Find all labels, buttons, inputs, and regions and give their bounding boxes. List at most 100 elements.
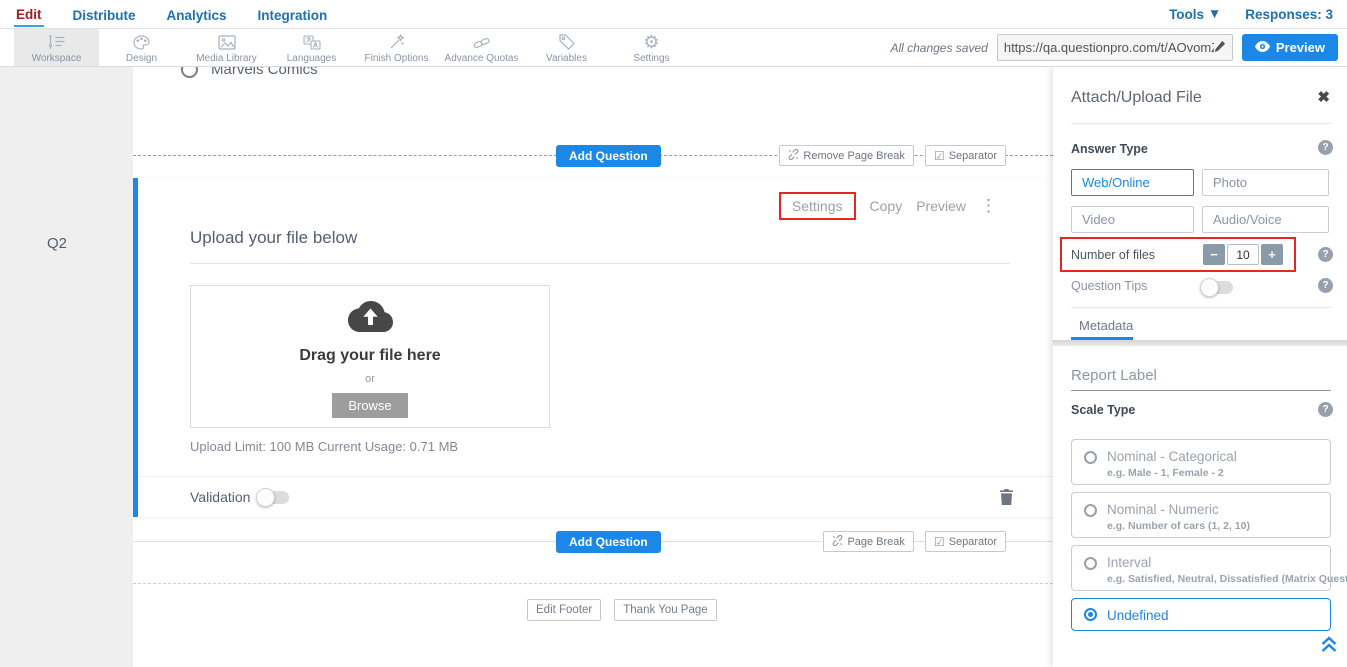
footer-dashed-line: [133, 583, 1053, 584]
validation-label: Validation: [190, 489, 250, 505]
top-nav: Edit Distribute Analytics Integration To…: [0, 0, 1347, 29]
toolbar-item-label: Finish Options: [365, 53, 429, 64]
eye-icon: [1255, 40, 1270, 55]
question-tips-toggle[interactable]: [1203, 281, 1233, 294]
page-break-button[interactable]: Page Break: [823, 531, 913, 552]
toolbar-item-design[interactable]: Design: [99, 29, 184, 66]
separator-button-top[interactable]: ☑ Separator: [925, 145, 1006, 166]
scale-option-example: e.g. Male - 1, Female - 2: [1107, 467, 1224, 479]
number-of-files-input[interactable]: [1227, 244, 1259, 265]
answer-option-label: Marvels Comics: [211, 67, 318, 78]
toolbar-item-finish-options[interactable]: Finish Options: [354, 29, 439, 66]
answer-type-video[interactable]: Video: [1071, 206, 1194, 233]
edit-footer-button[interactable]: Edit Footer: [527, 599, 601, 621]
answer-type-web-online[interactable]: Web/Online: [1071, 169, 1194, 196]
toolbar-item-variables[interactable]: Variables: [524, 29, 609, 66]
report-label-input[interactable]: [1071, 365, 1331, 391]
checkbox-checked-icon: ☑: [934, 149, 945, 163]
file-dropzone[interactable]: Drag your file here or Browse: [190, 285, 550, 428]
delete-question-trash-icon[interactable]: [1000, 489, 1013, 510]
question-tips-label: Question Tips: [1071, 279, 1147, 293]
browse-button[interactable]: Browse: [332, 393, 407, 418]
toolbar-item-label: Advance Quotas: [445, 53, 519, 64]
edit-url-pencil-icon[interactable]: [1214, 39, 1226, 57]
scale-type-nominal-categorical[interactable]: Nominal - Categorical e.g. Male - 1, Fem…: [1071, 439, 1331, 485]
separator-button-bottom[interactable]: ☑ Separator: [925, 531, 1006, 552]
question-footer: Validation: [138, 476, 1053, 517]
toggle-knob: [1200, 278, 1219, 297]
toolbar-item-advance-quotas[interactable]: Advance Quotas: [439, 29, 524, 66]
add-question-button-bottom[interactable]: Add Question: [556, 531, 661, 553]
save-status: All changes saved: [890, 41, 987, 55]
drag-file-label: Drag your file here: [299, 347, 440, 365]
number-of-files-label: Number of files: [1071, 248, 1155, 262]
toolbar-item-workspace[interactable]: Workspace: [14, 29, 99, 66]
answer-type-help-icon[interactable]: ?: [1318, 140, 1333, 155]
finish-options-icon: [389, 34, 405, 51]
close-icon[interactable]: ✖: [1317, 88, 1330, 106]
panel-title: Attach/Upload File: [1071, 89, 1202, 107]
tab-metadata[interactable]: Metadata: [1079, 318, 1133, 333]
toolbar-item-label: Design: [126, 53, 157, 64]
or-label: or: [365, 373, 375, 385]
toolbar-item-settings[interactable]: ⚙ Settings: [609, 29, 694, 66]
scale-type-undefined[interactable]: Undefined: [1071, 598, 1331, 631]
increment-button[interactable]: +: [1261, 244, 1283, 265]
radio-icon: [1084, 557, 1097, 570]
radio-icon[interactable]: [181, 67, 198, 78]
question-tips-help-icon[interactable]: ?: [1318, 278, 1333, 293]
languages-icon: [303, 34, 321, 51]
survey-url-input[interactable]: [1004, 40, 1214, 55]
scale-option-example: e.g. Number of cars (1, 2, 10): [1107, 520, 1250, 532]
answer-type-label: Answer Type: [1071, 142, 1148, 156]
tab-divider-bar: [1053, 340, 1347, 346]
toolbar-item-label: Languages: [287, 53, 337, 64]
kebab-menu-icon[interactable]: ⋮: [980, 199, 997, 213]
scale-option-label: Undefined: [1107, 608, 1169, 623]
responses-link[interactable]: Responses: 3: [1245, 7, 1333, 22]
add-question-button-top[interactable]: Add Question: [556, 145, 661, 167]
scale-option-label: Interval: [1107, 555, 1151, 570]
number-of-files-help-icon[interactable]: ?: [1318, 247, 1333, 262]
answer-type-audio-voice[interactable]: Audio/Voice: [1202, 206, 1329, 233]
radio-icon: [1084, 504, 1097, 517]
settings-gear-icon: ⚙: [643, 34, 659, 51]
question-copy-button[interactable]: Copy: [870, 198, 903, 214]
tools-menu[interactable]: Tools ▼: [1169, 6, 1221, 22]
workspace-icon: [47, 34, 66, 51]
decrement-button[interactable]: −: [1203, 244, 1225, 265]
validation-toggle[interactable]: [259, 491, 289, 504]
page-break-row-bottom: Add Question Page Break ☑ Separator: [133, 531, 1053, 553]
toolbar-item-media-library[interactable]: Media Library: [184, 29, 269, 66]
collapse-double-chevron-up-icon[interactable]: [1319, 634, 1339, 659]
advance-quotas-icon: [473, 34, 490, 51]
toggle-knob: [256, 488, 275, 507]
toolbar-item-label: Variables: [546, 53, 587, 64]
toolbar-item-languages[interactable]: Languages: [269, 29, 354, 66]
survey-url-field[interactable]: [997, 34, 1233, 61]
remove-page-break-button[interactable]: Remove Page Break: [779, 145, 914, 166]
preview-button[interactable]: Preview: [1242, 34, 1338, 61]
scale-type-interval[interactable]: Interval e.g. Satisfied, Neutral, Dissat…: [1071, 545, 1331, 591]
divider: [1071, 123, 1331, 124]
question-title[interactable]: Upload your file below: [190, 228, 1010, 264]
scale-option-example: e.g. Satisfied, Neutral, Dissatisfied (M…: [1107, 573, 1347, 585]
question-block: Settings Copy Preview ⋮ Upload your file…: [133, 178, 1053, 517]
design-icon: [133, 34, 150, 51]
question-settings-button[interactable]: Settings: [779, 192, 856, 220]
scale-type-help-icon[interactable]: ?: [1318, 402, 1333, 417]
radio-selected-icon: [1084, 608, 1097, 621]
editor-toolbar: Workspace Design Media Library Languages…: [0, 29, 1347, 67]
nav-tab-integration[interactable]: Integration: [256, 3, 330, 26]
nav-tab-analytics[interactable]: Analytics: [165, 3, 229, 26]
thank-you-page-button[interactable]: Thank You Page: [614, 599, 716, 621]
radio-icon: [1084, 451, 1097, 464]
nav-tab-edit[interactable]: Edit: [14, 2, 44, 27]
answer-type-photo[interactable]: Photo: [1202, 169, 1329, 196]
question-preview-button[interactable]: Preview: [916, 198, 966, 214]
scale-option-label: Nominal - Numeric: [1107, 502, 1219, 517]
scale-type-nominal-numeric[interactable]: Nominal - Numeric e.g. Number of cars (1…: [1071, 492, 1331, 538]
nav-tab-distribute[interactable]: Distribute: [71, 3, 138, 26]
question-code-gutter: Q2: [0, 67, 133, 667]
toolbar-item-label: Settings: [633, 53, 669, 64]
